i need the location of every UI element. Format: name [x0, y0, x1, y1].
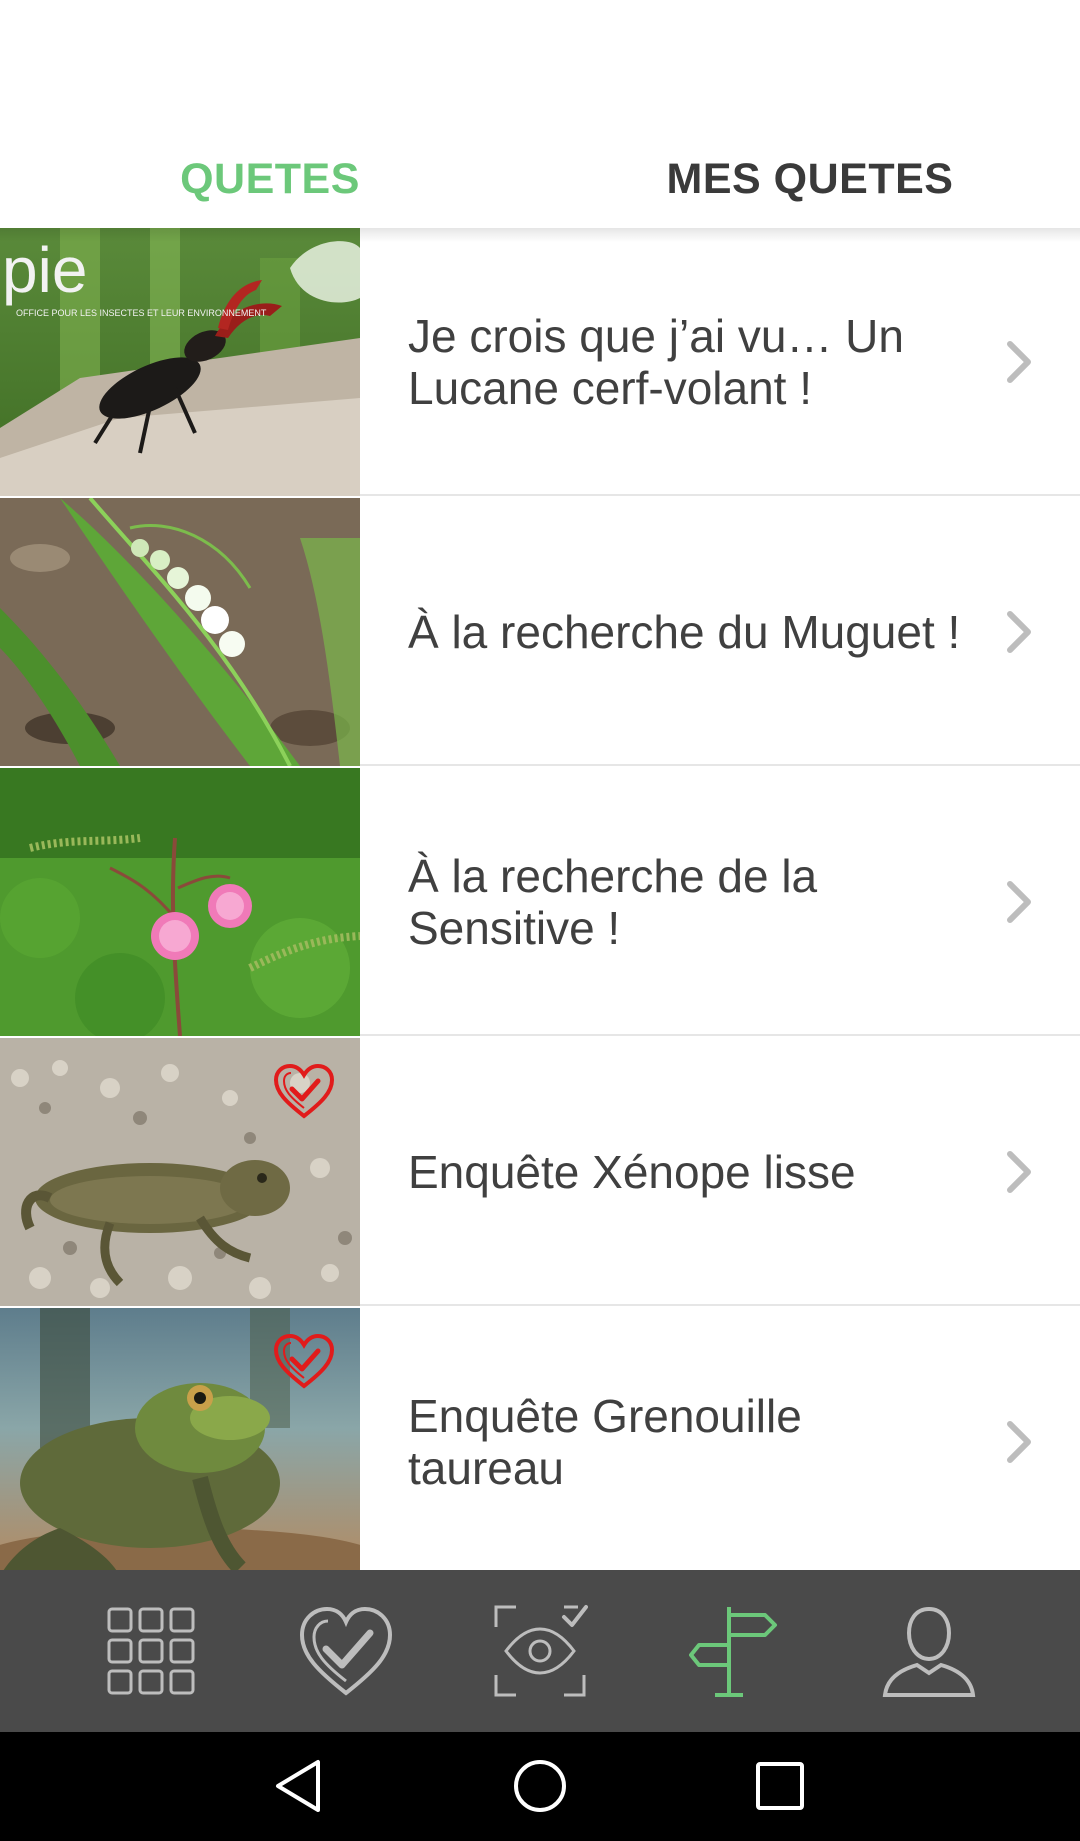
- bottom-navigation: [0, 1570, 1080, 1732]
- quest-row[interactable]: À la recherche de la Sensitive !: [0, 768, 1080, 1036]
- quest-row[interactable]: Enquête Grenouille taureau: [0, 1308, 1080, 1570]
- quest-title: À la recherche de la Sensitive !: [408, 850, 818, 954]
- row-divider: [360, 1034, 1080, 1036]
- tab-bar-shadow: [0, 228, 1080, 242]
- quest-thumbnail-xenope: [0, 1038, 360, 1306]
- quest-thumbnail-muguet: [0, 498, 360, 766]
- chevron-right-icon: [1007, 1151, 1031, 1193]
- row-divider: [360, 1304, 1080, 1306]
- nav-grid-button[interactable]: [43, 1570, 259, 1732]
- quest-thumbnail-grenouille-taureau: [0, 1308, 360, 1570]
- tab-quetes[interactable]: QUETES: [0, 130, 540, 228]
- quest-row[interactable]: Enquête Xénope lisse: [0, 1038, 1080, 1306]
- system-navigation-bar: [0, 1732, 1080, 1841]
- eye-scan-icon: [494, 1605, 588, 1697]
- quest-title: Enquête Grenouille taureau: [408, 1390, 802, 1494]
- quest-title: À la recherche du Muguet !: [408, 606, 961, 658]
- recents-square-icon[interactable]: [748, 1754, 812, 1818]
- favorite-check-badge-icon: [273, 1333, 335, 1389]
- back-triangle-icon[interactable]: [268, 1754, 332, 1818]
- quest-title: Je crois que j’ai vu… Un Lucane cerf-vol…: [408, 310, 904, 414]
- chevron-right-icon: [1007, 341, 1031, 383]
- grid-icon: [107, 1607, 195, 1695]
- nav-observe-button[interactable]: [432, 1570, 648, 1732]
- home-circle-icon[interactable]: [508, 1754, 572, 1818]
- favorite-check-badge-icon: [273, 1063, 335, 1119]
- quest-thumbnail-stag-beetle: pie OFFICE POUR LES INSECTES ET LEUR ENV…: [0, 228, 360, 496]
- quest-row[interactable]: pie OFFICE POUR LES INSECTES ET LEUR ENV…: [0, 228, 1080, 496]
- nav-profile-button[interactable]: [821, 1570, 1037, 1732]
- nav-quests-button[interactable]: [626, 1570, 842, 1732]
- status-bar-area: [0, 0, 1080, 130]
- nav-favorites-button[interactable]: [238, 1570, 454, 1732]
- quest-title: Enquête Xénope lisse: [408, 1146, 856, 1198]
- tab-bar: QUETES MES QUETES: [0, 130, 1080, 228]
- tab-mes-quetes[interactable]: MES QUETES: [540, 130, 1080, 228]
- thumb-logo-caption: OFFICE POUR LES INSECTES ET LEUR ENVIRON…: [16, 308, 267, 318]
- chevron-right-icon: [1007, 881, 1031, 923]
- signpost-icon: [689, 1607, 777, 1697]
- quest-row[interactable]: À la recherche du Muguet !: [0, 498, 1080, 766]
- quest-list[interactable]: pie OFFICE POUR LES INSECTES ET LEUR ENV…: [0, 228, 1080, 1570]
- row-divider: [360, 494, 1080, 496]
- quest-thumbnail-sensitive: [0, 768, 360, 1036]
- user-icon: [882, 1606, 976, 1697]
- heart-check-icon: [299, 1606, 393, 1696]
- row-divider: [360, 764, 1080, 766]
- chevron-right-icon: [1007, 1421, 1031, 1463]
- chevron-right-icon: [1007, 611, 1031, 653]
- thumb-logo-text: pie: [2, 234, 87, 306]
